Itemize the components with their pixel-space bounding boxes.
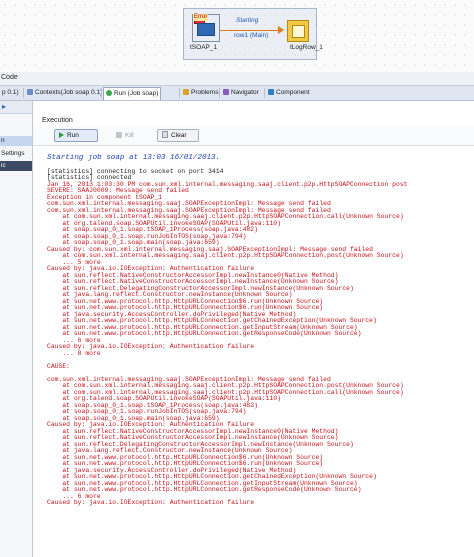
execution-title: Execution — [42, 117, 73, 124]
tab-component-label: Component — [276, 89, 310, 96]
run-icon — [106, 90, 112, 96]
tlogrow-component[interactable] — [287, 20, 309, 42]
sidebar-item-dynamic[interactable]: ic — [0, 161, 32, 171]
tab-run[interactable]: Run (Job soap) — [103, 87, 162, 100]
error-label: Error — [193, 14, 209, 21]
kill-button-label: Kill — [125, 132, 134, 139]
soap-icon — [197, 23, 215, 36]
tab-divider — [101, 88, 102, 98]
row-connection-label: row1 (Main) — [234, 32, 269, 39]
problems-icon — [183, 89, 189, 95]
execution-panel: Execution Run Kill Clear Starting job so… — [33, 113, 474, 557]
run-button-label: Run — [67, 132, 79, 139]
tab-problems-label: Problems — [191, 89, 219, 96]
sidebar-item-settings[interactable]: Settings — [0, 149, 32, 159]
console-output[interactable]: Starting job soap at 13:03 16/01/2013. [s… — [47, 154, 473, 557]
stop-icon — [116, 132, 122, 138]
tab-job-partial[interactable]: p 0.1) — [0, 87, 21, 99]
run-sidebar: ▸ n Settings ic — [0, 101, 33, 557]
tab-divider — [219, 88, 220, 98]
tab-contexts-label: Contexts(Job soap 0.1) — [35, 89, 103, 96]
tab-component[interactable]: Component — [266, 87, 312, 99]
tlogrow-component-label: tLogRow_1 — [290, 44, 323, 51]
designer-code-tab-strip: Code — [0, 72, 474, 86]
tab-job-partial-label: p 0.1) — [2, 89, 19, 96]
console-line: Starting job soap at 13:03 16/01/2013. — [47, 154, 221, 162]
sidebar-item-label: Settings — [1, 150, 25, 157]
tsoap-component-label: tSOAP_1 — [190, 44, 218, 51]
tab-navigator-label: Navigator — [231, 89, 259, 96]
tab-divider — [179, 88, 180, 98]
sidebar-item-label: n — [1, 137, 5, 144]
job-designer-canvas[interactable]: Error tSOAP_1 Starting row1 (Main) tLogR… — [0, 0, 474, 73]
play-icon — [59, 132, 64, 138]
log-icon — [292, 25, 305, 38]
run-button[interactable]: Run — [54, 129, 98, 142]
component-icon — [268, 89, 274, 95]
contexts-icon — [27, 89, 33, 95]
clear-button[interactable]: Clear — [157, 129, 199, 142]
tab-divider — [23, 88, 24, 98]
clear-button-label: Clear — [171, 132, 187, 139]
sidebar-header: ▸ — [0, 101, 32, 114]
row-connection-line[interactable] — [220, 30, 280, 31]
tab-divider — [264, 88, 265, 98]
tab-code[interactable]: Code — [0, 74, 18, 81]
sidebar-item-basic-run[interactable]: n — [0, 136, 32, 146]
kill-button[interactable]: Kill — [111, 129, 147, 142]
tab-run-label: Run (Job soap) — [114, 90, 159, 97]
eraser-icon — [162, 131, 168, 138]
sidebar-item-label: ic — [1, 162, 6, 169]
starting-label: Starting — [236, 17, 259, 24]
connection-arrow-icon — [278, 26, 284, 34]
views-tab-bar: p 0.1) Contexts(Job soap 0.1) Run (Job s… — [0, 86, 474, 101]
execution-toolbar: Run Kill Clear — [33, 126, 474, 146]
tab-contexts[interactable]: Contexts(Job soap 0.1) — [25, 87, 104, 99]
tab-problems[interactable]: Problems — [181, 87, 220, 99]
run-view-icon: ▸ — [2, 102, 7, 111]
navigator-icon — [223, 89, 229, 95]
console-line: Caused by: java.io.IOException: Authenti… — [47, 499, 255, 506]
tab-navigator[interactable]: Navigator — [221, 87, 261, 99]
